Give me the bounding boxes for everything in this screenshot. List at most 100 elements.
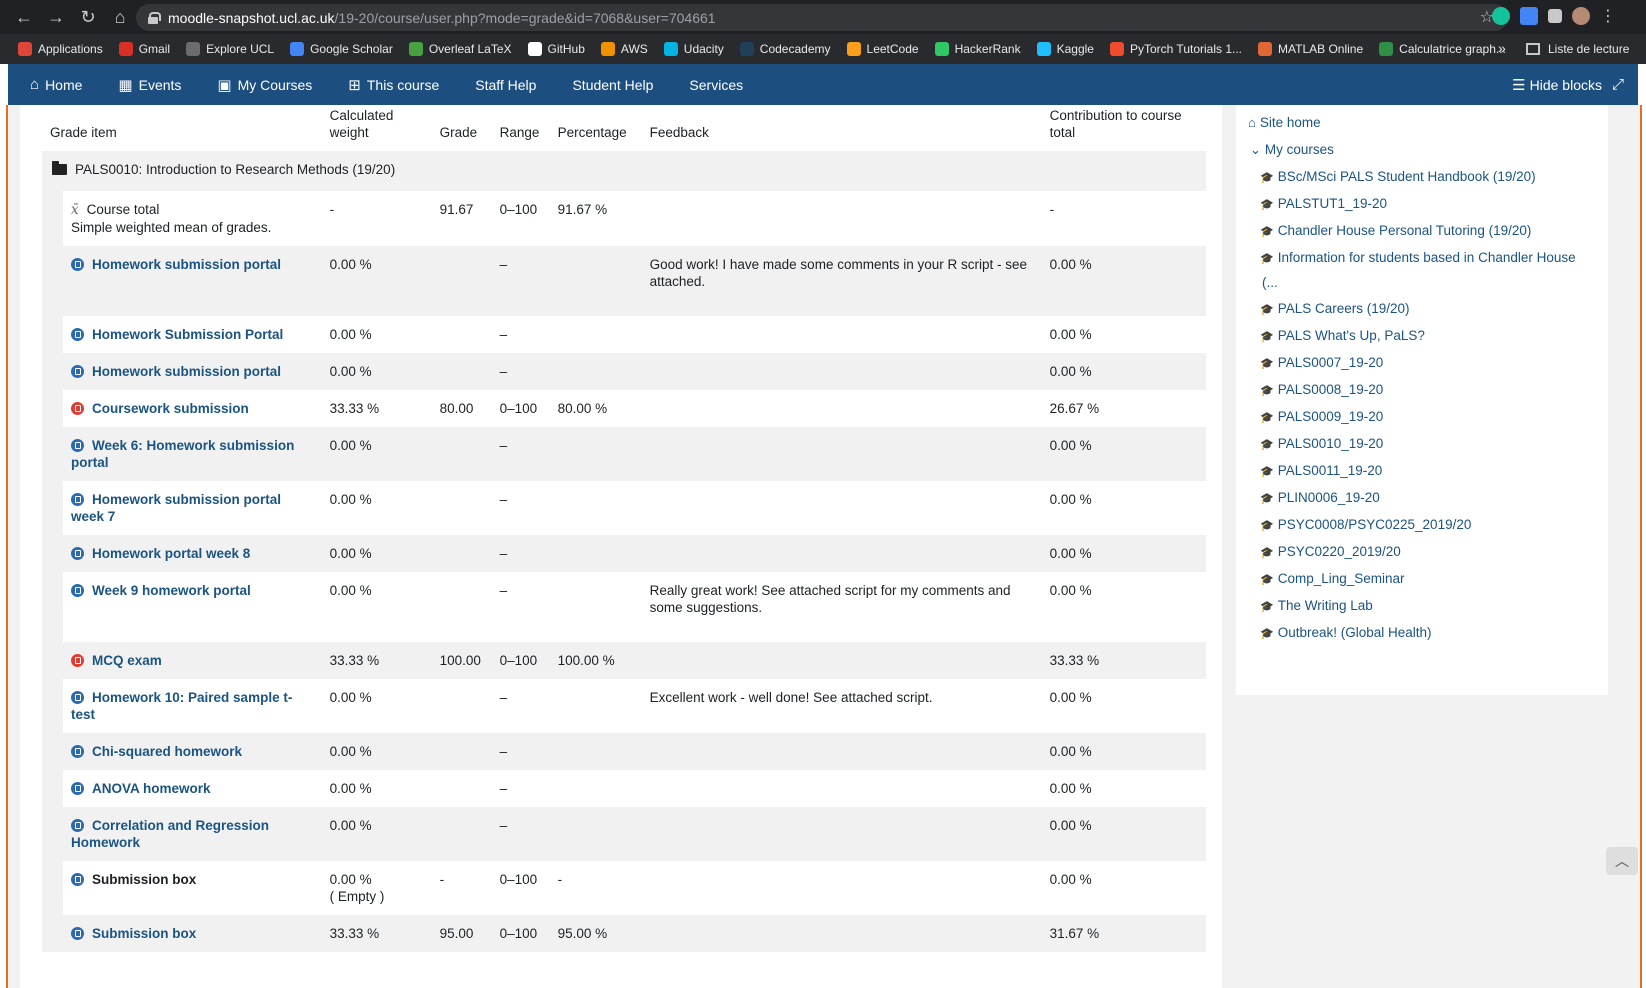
course-link[interactable]: 🎓 PALS0011_19-20 (1260, 463, 1382, 478)
bookmark-item[interactable]: Google Scholar (290, 42, 393, 56)
grade-item-link[interactable]: Chi-squared homework (92, 744, 242, 759)
table-row: Submission box 33.33 % 95.00 0–100 95.00 % 31… (42, 915, 1206, 952)
grade-item-link[interactable]: Week 9 homework portal (92, 583, 251, 598)
nav-staff-help[interactable]: Staff Help (475, 77, 536, 93)
nav-my-courses[interactable]: ▣ My Courses (217, 76, 312, 94)
graduation-cap-icon: 🎓 (1260, 574, 1274, 586)
weight-value: 0.00 % (329, 872, 372, 887)
bookmark-item[interactable]: Overleaf LaTeX (408, 42, 512, 56)
bookmark-item[interactable]: Udacity (663, 42, 724, 56)
course-link-label: (... (1262, 275, 1278, 290)
grades-table: Grade item Calculated weight Grade Range… (42, 105, 1206, 952)
reading-list-button[interactable]: Liste de lecture (1526, 34, 1629, 64)
home-icon[interactable]: ⌂ (106, 3, 134, 31)
nav-this-course[interactable]: ⊞ This course (348, 76, 439, 94)
grade-cell: 100.00 (431, 642, 492, 679)
my-courses-toggle[interactable]: ⌄ My courses (1250, 142, 1334, 158)
course-link[interactable]: 🎓 PALS What's Up, PaLS? (1260, 328, 1425, 343)
grammarly-icon[interactable] (1492, 7, 1510, 25)
site-home-link[interactable]: ⌂ Site home (1248, 115, 1321, 130)
grade-item-link[interactable]: Week 6: Homework submission portal (71, 438, 294, 470)
range-cell: 0–100 (491, 390, 550, 427)
bookmark-item[interactable]: LeetCode (846, 42, 919, 56)
grade-item-link[interactable]: ANOVA homework (92, 781, 211, 796)
range-cell: – (491, 572, 550, 642)
weight-cell: 33.33 % (321, 390, 432, 427)
bookmark-item[interactable]: GitHub (527, 42, 585, 56)
percentage-cell (549, 246, 642, 316)
bookmark-item[interactable]: PyTorch Tutorials 1... (1109, 42, 1243, 56)
contribution-cell: 33.33 % (1041, 642, 1206, 679)
graduation-cap-icon: 🎓 (1260, 226, 1274, 238)
bookmark-item[interactable]: Calculatrice graph... (1379, 42, 1506, 56)
bookmark-item[interactable]: Gmail (118, 42, 171, 56)
course-link[interactable]: 🎓 PALS Careers (19/20) (1260, 301, 1410, 316)
nav-services[interactable]: Services (689, 77, 743, 93)
translate-icon[interactable] (1520, 7, 1538, 25)
bookmark-label: Calculatrice graph... (1399, 42, 1506, 56)
nav-events[interactable]: ▦ Events (118, 76, 181, 94)
grade-item-link[interactable]: Homework submission portal (92, 364, 281, 379)
back-to-top-button[interactable]: ︿ (1606, 847, 1638, 875)
course-link-label: PALS What's Up, PaLS? (1277, 328, 1425, 343)
address-bar[interactable]: moodle-snapshot.ucl.ac.uk/19-20/course/u… (136, 4, 1508, 31)
bookmarks-more-icon[interactable]: » (1498, 40, 1506, 56)
grade-item-link[interactable]: Homework submission portal (92, 257, 281, 272)
course-link[interactable]: 🎓 PSYC0008/PSYC0225_2019/20 (1260, 517, 1471, 532)
course-link[interactable]: 🎓 Information for students based in Chand… (1260, 250, 1576, 265)
grade-cell: 95.00 (431, 915, 492, 952)
course-link[interactable]: 🎓 PALSTUT1_19-20 (1260, 196, 1387, 211)
course-link-continuation[interactable]: (... (1262, 275, 1278, 290)
weight-cell: 0.00 % (321, 733, 432, 770)
course-link[interactable]: 🎓 PALS0009_19-20 (1260, 409, 1383, 424)
header-contribution: Contribution to course total (1049, 108, 1182, 140)
grade-item-link[interactable]: Homework submission portal week 7 (71, 492, 281, 524)
course-link[interactable]: 🎓 Outbreak! (Global Health) (1260, 625, 1432, 640)
menu-dots-icon[interactable]: ⋮ (1600, 6, 1616, 26)
assignment-icon (71, 547, 84, 560)
bookmark-item[interactable]: Codecademy (739, 42, 831, 56)
weight-cell: 0.00 % (321, 353, 432, 390)
bookmark-item[interactable]: MATLAB Online (1258, 42, 1363, 56)
back-arrow-icon[interactable]: ← (10, 3, 38, 31)
feedback-cell (641, 807, 1042, 861)
course-link[interactable]: 🎓 PALS0007_19-20 (1260, 355, 1383, 370)
bookmark-item[interactable]: AWS (600, 42, 648, 56)
bookmark-item[interactable]: Explore UCL (186, 42, 274, 56)
course-link[interactable]: 🎓 Comp_Ling_Seminar (1260, 571, 1405, 586)
grade-item-link[interactable]: MCQ exam (92, 653, 162, 668)
forward-arrow-icon[interactable]: → (42, 3, 70, 31)
course-total-contribution: - (1041, 191, 1206, 246)
bookmark-item[interactable]: Applications (18, 42, 103, 56)
bookmark-label: Gmail (138, 42, 171, 56)
grade-item-link[interactable]: Submission box (92, 926, 196, 941)
nav-home[interactable]: ⌂ Home (30, 76, 82, 93)
course-link[interactable]: 🎓 PSYC0220_2019/20 (1260, 544, 1401, 559)
puzzle-icon[interactable] (1548, 9, 1562, 23)
bookmark-item[interactable]: HackerRank (934, 42, 1021, 56)
table-row: Homework Submission Portal 0.00 % – 0.00 % (42, 316, 1206, 353)
assignment-icon (71, 745, 84, 758)
nav-student-help[interactable]: Student Help (572, 77, 653, 93)
bookmark-favicon-icon (1109, 42, 1124, 56)
bookmark-item[interactable]: Kaggle (1036, 42, 1094, 56)
expand-icon[interactable]: ⤢ (1612, 76, 1624, 93)
grade-item-link[interactable]: Homework portal week 8 (92, 546, 250, 561)
reload-icon[interactable]: ↻ (74, 3, 102, 31)
course-link[interactable]: 🎓 BSc/MSci PALS Student Handbook (19/20) (1260, 169, 1536, 184)
course-link[interactable]: 🎓 The Writing Lab (1260, 598, 1373, 613)
grade-item-link[interactable]: Homework 10: Paired sample t-test (71, 690, 292, 722)
avatar[interactable] (1572, 7, 1590, 25)
course-link-label: BSc/MSci PALS Student Handbook (19/20) (1277, 169, 1536, 184)
grade-item-link[interactable]: Homework Submission Portal (92, 327, 283, 342)
course-link[interactable]: 🎓 Chandler House Personal Tutoring (19/20… (1260, 223, 1531, 238)
calculator-icon: x̄ (71, 202, 79, 218)
grade-item-link[interactable]: Coursework submission (92, 401, 249, 416)
course-link[interactable]: 🎓 PALS0010_19-20 (1260, 436, 1383, 451)
grade-item-link[interactable]: Correlation and Regression Homework (71, 818, 269, 850)
feedback-cell (641, 733, 1042, 770)
course-link[interactable]: 🎓 PLIN0006_19-20 (1260, 490, 1380, 505)
bookmark-label: PyTorch Tutorials 1... (1129, 42, 1243, 56)
course-link[interactable]: 🎓 PALS0008_19-20 (1260, 382, 1383, 397)
hide-blocks-button[interactable]: ☰ Hide blocks ⤢ (1512, 64, 1624, 105)
